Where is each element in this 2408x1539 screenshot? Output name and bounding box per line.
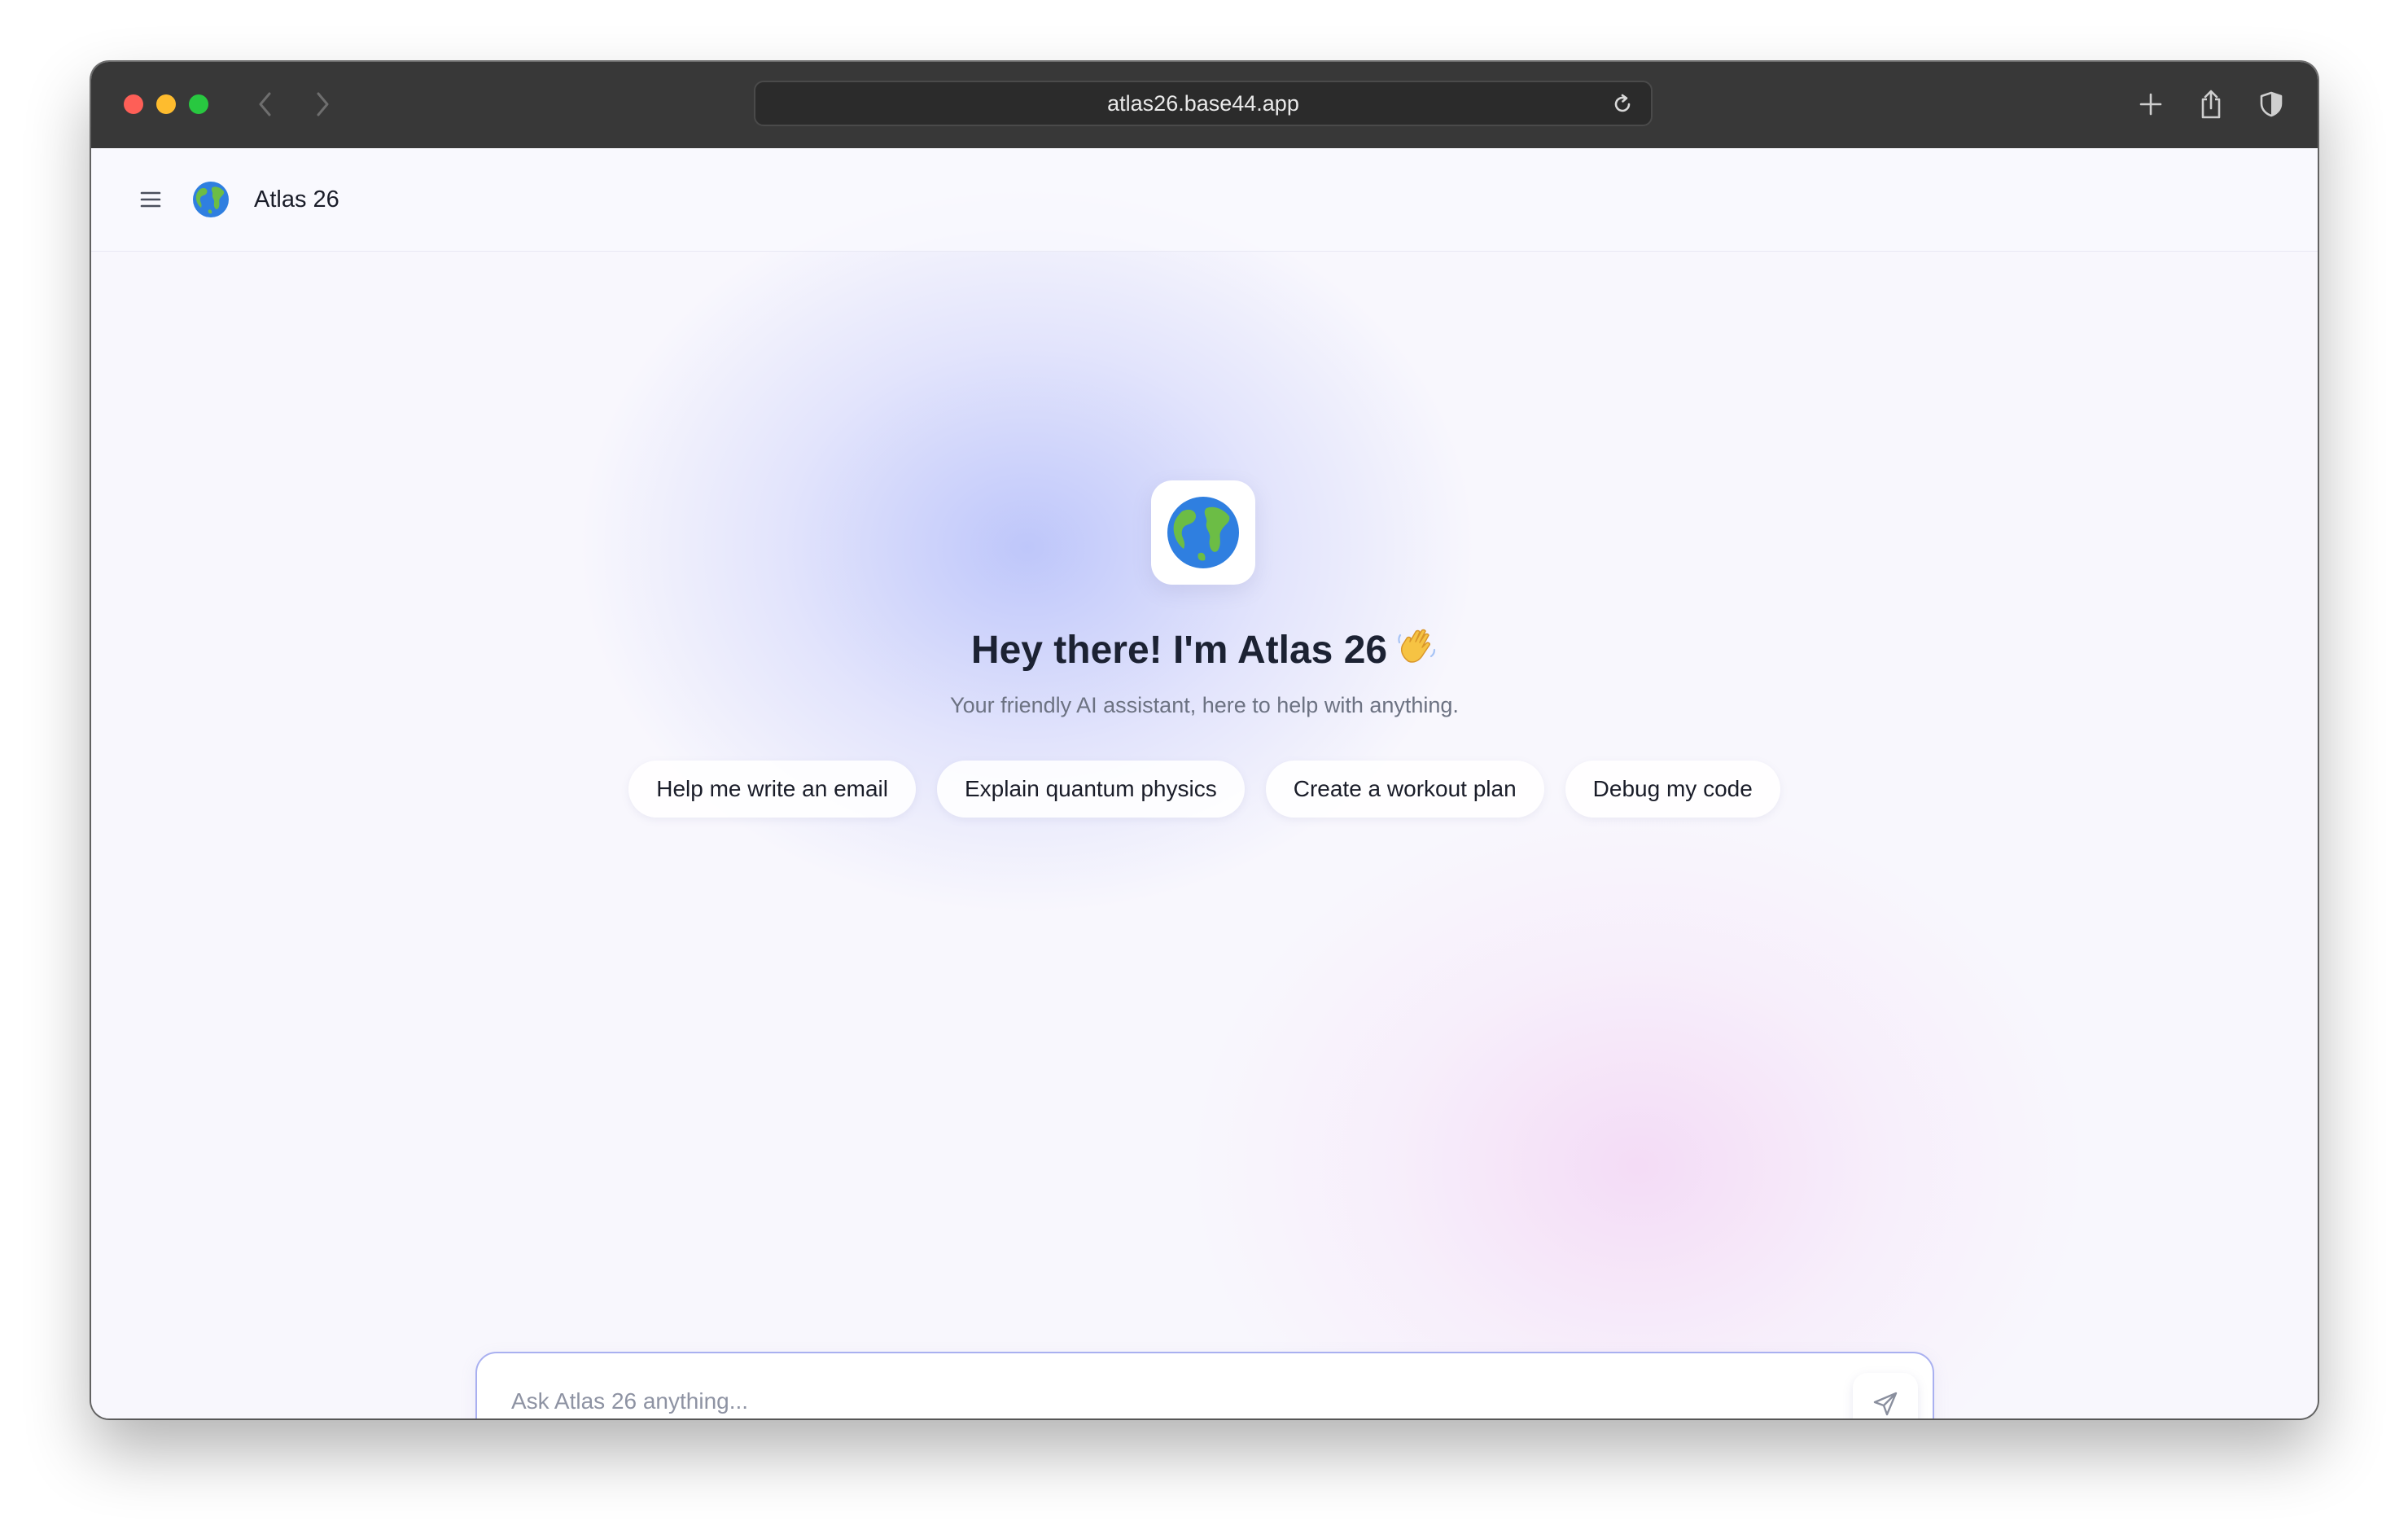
suggestion-chips: Help me write an email Explain quantum p… [91,761,2318,818]
share-button[interactable] [2191,85,2231,124]
send-button[interactable] [1853,1373,1918,1418]
message-input[interactable] [510,1378,1799,1418]
suggestion-chip-workout[interactable]: Create a workout plan [1265,761,1544,818]
reload-icon [1614,94,1631,112]
suggestion-chip-debug[interactable]: Debug my code [1565,761,1780,818]
close-window-button[interactable] [124,94,143,114]
plus-icon [2139,93,2162,116]
chevron-left-icon [259,92,271,116]
hero-title-text: Hey there! I'm Atlas 26 [970,629,1388,672]
waving-hand-icon [1398,629,1436,663]
hamburger-menu-icon [140,191,161,208]
hero-subtitle: Your friendly AI assistant, here to help… [950,693,1459,717]
hero-logo-card [1151,480,1255,585]
reload-button[interactable] [1609,90,1636,118]
app-title: Atlas 26 [254,186,339,213]
forward-button[interactable] [306,85,339,124]
background-glow-pink [1190,800,2086,1418]
address-bar[interactable]: atlas26.base44.app [754,81,1653,126]
menu-button[interactable] [132,181,169,218]
hero-title: Hey there! I'm Atlas 26 [91,625,2318,675]
globe-icon [193,182,229,217]
minimize-window-button[interactable] [156,94,176,114]
new-tab-button[interactable] [2131,85,2170,124]
browser-window: atlas26.base44.app Atlas 26 Hey there! I… [91,62,2318,1418]
fullscreen-window-button[interactable] [189,94,208,114]
back-button[interactable] [249,85,282,124]
globe-icon [1167,497,1239,568]
url-text: atlas26.base44.app [1107,90,1299,116]
send-icon [1873,1392,1898,1416]
privacy-button[interactable] [2252,85,2291,124]
suggestion-chip-email[interactable]: Help me write an email [628,761,916,818]
shield-icon [2260,91,2283,117]
message-composer [475,1352,1934,1418]
app-header: Atlas 26 [91,148,2318,252]
chevron-right-icon [317,92,329,116]
share-icon [2201,90,2221,119]
suggestion-chip-quantum[interactable]: Explain quantum physics [937,761,1245,818]
page-content: Atlas 26 Hey there! I'm Atlas 26 Your fr… [91,148,2318,1418]
screen: atlas26.base44.app Atlas 26 Hey there! I… [0,0,2408,1539]
browser-titlebar: atlas26.base44.app [91,62,2318,150]
